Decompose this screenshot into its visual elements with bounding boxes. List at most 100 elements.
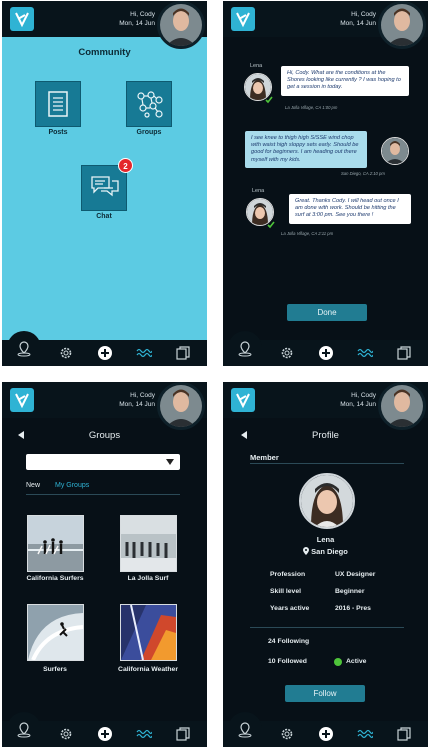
message-meta: La Jolla Village, CA 2:11 pm	[281, 231, 334, 236]
status-dot	[334, 658, 342, 666]
section-title: Member	[250, 453, 279, 462]
copy-icon[interactable]	[396, 345, 412, 361]
community-screen: Hi, Cody Mon, 14 Jun Community Posts Gro…	[2, 1, 207, 366]
greeting: Hi, Cody Mon, 14 Jun	[340, 391, 376, 409]
sender-name: Lena	[252, 188, 265, 194]
waves-icon[interactable]	[136, 726, 152, 742]
divider	[250, 627, 404, 628]
copy-icon[interactable]	[175, 726, 191, 742]
groups-screen: Hi, Cody Mon, 14 Jun Groups New My Group…	[2, 382, 207, 747]
waves-icon[interactable]	[357, 345, 373, 361]
app-logo-icon[interactable]	[231, 388, 255, 412]
page-title: Profile	[312, 430, 339, 441]
greeting: Hi, Cody Mon, 14 Jun	[340, 10, 376, 28]
app-logo-icon[interactable]	[10, 388, 34, 412]
field-key: Profession	[270, 571, 306, 578]
greeting-text: Hi, Cody	[351, 392, 376, 399]
user-avatar[interactable]	[157, 1, 205, 49]
group-label: La Jolla Surf	[127, 575, 169, 582]
message-bubble: Great. Thanks Cody. I will head out once…	[289, 194, 411, 224]
profile-location: San Diego	[223, 547, 428, 556]
message-bubble: I see knee to thigh high S/SSE wind chop…	[245, 131, 367, 168]
message-meta: La Jolla Village, CA 1:00 pm	[285, 105, 338, 110]
chevron-down-icon	[166, 459, 174, 465]
group-label: Surfers	[43, 666, 67, 673]
user-avatar[interactable]	[378, 1, 426, 49]
user-avatar[interactable]	[378, 382, 426, 430]
plus-icon[interactable]	[97, 726, 113, 742]
field-value: Beginner	[335, 588, 365, 595]
sender-name: Lena	[250, 63, 263, 69]
app-header: Hi, Cody Mon, 14 Jun	[223, 382, 428, 430]
follow-button[interactable]: Follow	[285, 685, 365, 702]
page-title: Groups	[88, 430, 121, 441]
plus-icon[interactable]	[318, 726, 334, 742]
bottom-nav	[2, 712, 207, 747]
group-label: California Surfers	[26, 575, 84, 582]
copy-icon[interactable]	[396, 726, 412, 742]
map-pin-icon[interactable]	[237, 722, 253, 738]
greeting: Hi, Cody Mon, 14 Jun	[119, 10, 155, 28]
gear-icon[interactable]	[58, 345, 74, 361]
copy-icon[interactable]	[175, 345, 191, 361]
chat-screen: Hi, Cody Mon, 14 Jun Lena Hi, Cody. What…	[223, 1, 428, 366]
field-key: Years active	[270, 605, 310, 612]
app-logo-icon[interactable]	[231, 7, 255, 31]
user-avatar[interactable]	[157, 382, 205, 430]
bottom-nav	[223, 331, 428, 366]
app-header: Hi, Cody Mon, 14 Jun	[2, 382, 207, 430]
gear-icon[interactable]	[279, 726, 295, 742]
plus-icon[interactable]	[97, 345, 113, 361]
group-filter-dropdown[interactable]	[26, 454, 180, 470]
greeting-text: Hi, Cody	[130, 392, 155, 399]
bottom-nav	[223, 712, 428, 747]
group-thumb-surfers[interactable]	[27, 604, 84, 661]
greeting: Hi, Cody Mon, 14 Jun	[119, 391, 155, 409]
date-text: Mon, 14 Jun	[119, 401, 155, 408]
section-divider	[250, 463, 404, 464]
date-text: Mon, 14 Jun	[340, 20, 376, 27]
group-thumb-california-surfers[interactable]	[27, 515, 84, 572]
profile-avatar	[299, 473, 355, 529]
tab-new[interactable]: New	[26, 482, 40, 489]
greeting-text: Hi, Cody	[351, 11, 376, 18]
profile-screen: Hi, Cody Mon, 14 Jun Profile Member Lena…	[223, 382, 428, 747]
network-icon	[137, 91, 163, 118]
map-pin-icon[interactable]	[237, 341, 253, 357]
plus-icon[interactable]	[318, 345, 334, 361]
done-button[interactable]: Done	[287, 304, 367, 321]
group-thumb-la-jolla-surf[interactable]	[120, 515, 177, 572]
field-value: UX Designer	[335, 571, 376, 578]
message-meta: San Diego, CA 2:10 pm	[341, 171, 385, 176]
group-thumb-california-weather[interactable]	[120, 604, 177, 661]
tab-divider	[26, 494, 180, 495]
waves-icon[interactable]	[357, 726, 373, 742]
groups-tile[interactable]	[126, 81, 172, 127]
app-logo-icon[interactable]	[10, 7, 34, 31]
date-text: Mon, 14 Jun	[119, 20, 155, 27]
chat-tile[interactable]	[81, 165, 127, 211]
app-header: Hi, Cody Mon, 14 Jun	[223, 1, 428, 49]
app-header: Hi, Cody Mon, 14 Jun	[2, 1, 207, 49]
posts-tile[interactable]	[35, 81, 81, 127]
check-icon	[265, 96, 273, 104]
chat-badge: 2	[118, 158, 133, 173]
following-count[interactable]: 24 Following	[268, 638, 309, 645]
field-value: 2016 - Pres	[335, 605, 371, 612]
bottom-nav	[2, 331, 207, 366]
map-pin-icon[interactable]	[16, 341, 32, 357]
page-title: Community	[78, 47, 131, 58]
gear-icon[interactable]	[58, 726, 74, 742]
followed-count[interactable]: 10 Followed	[268, 658, 307, 665]
posts-label: Posts	[48, 129, 68, 136]
tab-my-groups[interactable]: My Groups	[55, 482, 89, 489]
groups-label: Groups	[136, 129, 162, 136]
waves-icon[interactable]	[136, 345, 152, 361]
location-pin-icon	[303, 547, 310, 555]
date-text: Mon, 14 Jun	[340, 401, 376, 408]
greeting-text: Hi, Cody	[130, 11, 155, 18]
map-pin-icon[interactable]	[16, 722, 32, 738]
gear-icon[interactable]	[279, 345, 295, 361]
cody-avatar[interactable]	[381, 137, 409, 165]
chat-icon	[91, 176, 119, 197]
